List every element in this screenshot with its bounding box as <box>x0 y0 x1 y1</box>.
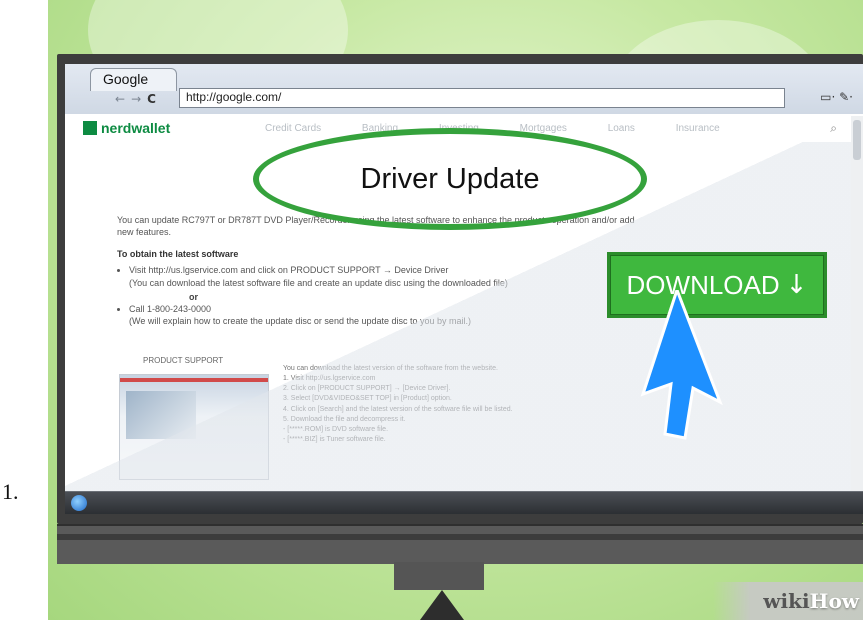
bullet-text: (We will explain how to create the updat… <box>129 315 472 326</box>
list-item: 2. Click on [PRODUCT SUPPORT] → [Device … <box>283 385 451 393</box>
instructions-list: Visit http://us.lgservice.com and click … <box>129 264 637 327</box>
screenshot-header-bar <box>120 378 268 382</box>
site-logo[interactable]: nerdwallet <box>83 120 170 136</box>
product-support-screenshot <box>119 374 269 480</box>
watermark-wiki: wiki <box>763 589 810 613</box>
monitor-bezel <box>57 524 863 564</box>
scrollbar[interactable] <box>851 116 863 492</box>
step-number: 1. <box>2 479 19 504</box>
bullet-text: Call 1-800-243-0000 <box>129 303 212 314</box>
cursor-arrow-shape <box>640 290 723 440</box>
list-item: Call 1-800-243-0000(We will explain how … <box>129 303 637 327</box>
list-item: 5. Download the file and decompress it. <box>283 415 406 423</box>
page-menu-icon[interactable]: ▭· <box>820 90 835 104</box>
list-item: Visit http://us.lgservice.com and click … <box>129 264 637 288</box>
download-arrow-icon: ↓ <box>785 270 808 300</box>
product-support-title: PRODUCT SUPPORT <box>143 356 224 365</box>
steps-intro: You can download the latest version of t… <box>283 365 498 372</box>
reload-icon[interactable]: C <box>147 92 162 106</box>
scrollbar-thumb[interactable] <box>853 120 861 160</box>
address-bar[interactable]: http://google.com/ <box>179 88 785 108</box>
nav-buttons: ←→C <box>115 92 162 106</box>
monitor-stand <box>394 562 484 590</box>
list-item: 1. Visit http://us.lgservice.com <box>283 375 376 383</box>
back-arrow-icon[interactable]: ← <box>115 92 131 106</box>
browser-tab[interactable]: Google <box>90 68 177 91</box>
driver-update-title: Driver Update <box>360 162 540 195</box>
search-icon[interactable]: ⌕ <box>830 121 837 136</box>
watermark-how: How <box>809 589 859 613</box>
or-text: or <box>189 291 198 302</box>
bezel-inner <box>57 534 863 540</box>
list-item: - [*****.BIZ] is Tuner software file. <box>283 435 386 443</box>
monitor-foot <box>420 590 464 620</box>
bullet-text: Visit http://us.lgservice.com and click … <box>129 265 449 276</box>
browser-menus: ▭· ✎· <box>820 90 853 104</box>
logo-mark-icon <box>83 121 97 135</box>
list-item: 4. Click on [Search] and the latest vers… <box>283 405 513 413</box>
logo-text: nerdwallet <box>101 120 171 136</box>
start-button-icon[interactable] <box>71 495 87 511</box>
forward-arrow-icon[interactable]: → <box>131 92 147 106</box>
bullet-text: (You can download the latest software fi… <box>129 277 508 288</box>
page-content: You can update RC797T or DR787T DVD Play… <box>117 214 637 329</box>
taskbar <box>65 491 863 514</box>
wikihow-watermark: wiki How <box>713 582 863 620</box>
tab-title: Google <box>103 71 149 87</box>
cursor-arrow-icon <box>640 290 723 440</box>
screen: Google ←→C http://google.com/ ▭· ✎· nerd… <box>65 64 863 492</box>
illustration: Google ←→C http://google.com/ ▭· ✎· nerd… <box>48 0 863 620</box>
nav-link[interactable]: Insurance <box>676 123 720 134</box>
list-item: - [*****.ROM] is DVD software file. <box>283 425 389 433</box>
list-item: 3. Select [DVD&VIDEO&SET TOP] in [Produc… <box>283 395 452 403</box>
section-title: To obtain the latest software <box>117 249 239 260</box>
wrench-icon[interactable]: ✎· <box>839 90 853 104</box>
product-support-section: PRODUCT SUPPORT You can download the lat… <box>117 356 597 486</box>
screenshot-photo <box>126 391 196 439</box>
download-steps: You can download the latest version of t… <box>283 364 553 445</box>
browser-toolbar: Google ←→C http://google.com/ ▭· ✎· <box>65 64 863 114</box>
url-text: http://google.com/ <box>186 90 282 104</box>
monitor: Google ←→C http://google.com/ ▭· ✎· nerd… <box>57 54 863 524</box>
